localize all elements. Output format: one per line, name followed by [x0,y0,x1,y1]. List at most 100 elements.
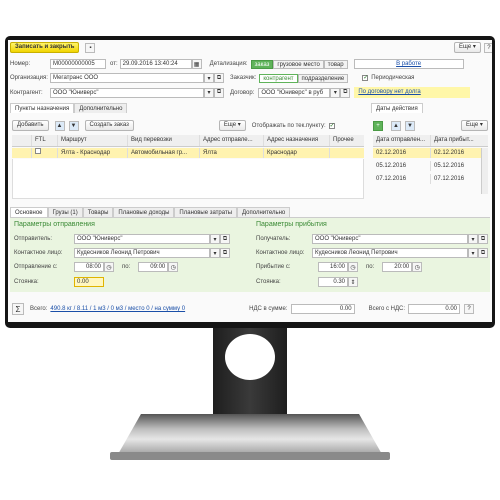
sender-label: Отправитель: [14,236,52,242]
sender-contact-open-icon[interactable]: ⧉ [220,248,230,258]
arrive-stay-field[interactable]: 0.30 [318,277,348,287]
dates-down-icon[interactable]: ▼ [405,120,415,131]
table-row[interactable]: Ялта - Краснодар Автомобильная гр... Ялт… [12,148,364,158]
row-type: Автомобильная гр... [128,148,200,158]
tab-main[interactable]: Основное [10,207,48,217]
recipient-field[interactable]: ООО "Юниверс" [312,234,468,244]
col-other: Прочее [333,137,354,143]
tab-extra[interactable]: Дополнительно [237,207,291,217]
add-point-button[interactable]: Добавить [12,120,49,131]
recipient-contact-label: Контактное лицо: [256,250,305,256]
help-icon[interactable]: ? [483,42,492,53]
recipient-dropdown-icon[interactable]: ▾ [468,234,478,244]
save-close-button[interactable]: Записать и закрыть [10,42,80,53]
recipient-contact-dropdown-icon[interactable]: ▾ [468,248,478,258]
monitor-stand-shadow [110,452,390,460]
detail-goods-toggle[interactable]: товар [323,59,348,69]
tab-cargo[interactable]: Грузы (1) [47,207,83,217]
move-down-icon[interactable]: ▼ [68,120,79,131]
row-ftl[interactable] [32,148,58,158]
sigma-icon[interactable]: Σ [12,303,24,315]
dates-more-button[interactable]: Еще ▾ [461,120,488,131]
detail-order-toggle[interactable]: заказ [250,59,274,69]
depart-from-field[interactable]: 08:00 [74,262,104,272]
detail-cargo-toggle[interactable]: грузовое место [273,59,324,69]
monitor-frame: Записать и закрыть ▪ Еще ▾ ? Номер: М000… [5,36,495,328]
contract-dropdown-icon[interactable]: ▾ [330,87,341,98]
add-date-icon[interactable]: + [373,120,383,131]
more-label: Еще [459,44,472,50]
customer-division-toggle[interactable]: подразделение [297,73,349,83]
tab-destinations[interactable]: Пункты назначения [10,103,75,113]
row-route: Ялта - Краснодар [58,148,128,158]
recipient-contact-field[interactable]: Кудесников Леонид Петрович [312,248,468,258]
contragent-field[interactable]: ООО "Юниверс" [50,87,204,98]
status-field[interactable]: В работе [353,59,464,69]
points-grid-body [12,159,364,199]
contragent-dropdown-icon[interactable]: ▾ [204,87,214,98]
col-to: Адрес назначения [264,135,330,146]
debt-banner: По договору нет долга [354,87,471,98]
tab-dates[interactable]: Даты действия [371,103,423,113]
list-item[interactable]: 02.12.2016 02.12.2016 [373,148,481,158]
arrive-from-label: Прибытие с: [256,264,291,270]
customer-contragent-toggle[interactable]: контрагент [259,73,298,83]
sender-contact-field[interactable]: Кудесников Леонид Петрович [74,248,210,258]
col-num [12,135,32,146]
depart-from-clock-icon[interactable]: ◷ [104,262,114,272]
sender-dropdown-icon[interactable]: ▾ [210,234,220,244]
save-icon[interactable]: ▪ [85,42,96,53]
dates-up-icon[interactable]: ▲ [391,120,401,131]
org-open-icon[interactable]: ⧉ [214,73,224,83]
show-current-label: Отображать по тек.пункту: [251,122,326,129]
contragent-label: Контрагент: [10,89,43,96]
date-arrive: 07.12.2016 [434,176,465,182]
date-depart: 02.12.2016 [373,148,431,158]
contract-label: Договор: [230,89,255,96]
arrive-from-field[interactable]: 16:00 [318,262,348,272]
depart-to-field[interactable]: 09:00 [138,262,169,272]
help-icon[interactable]: ? [464,304,475,314]
status-link[interactable]: В работе [396,61,421,67]
vat-field: 0.00 [290,304,355,314]
contract-open-icon[interactable]: ⧉ [340,87,351,98]
debt-link[interactable]: По договору нет долга [358,89,420,95]
list-item[interactable]: 05.12.2016 05.12.2016 [373,161,481,171]
ftl-checkbox[interactable] [35,148,41,154]
org-dropdown-icon[interactable]: ▾ [204,73,214,83]
more-button[interactable]: Еще ▾ [454,42,481,53]
dates-scrollbar[interactable] [481,148,488,194]
total-link[interactable]: 490.8 кг / 8.11 / 1 м3 / 0 м3 / место 0 … [50,306,185,312]
sender-field[interactable]: ООО "Юниверс" [74,234,210,244]
dates-grid-header: Дата отправлен... Дата прибыт... [373,135,488,147]
depart-stay-label: Стоянка: [14,279,39,285]
depart-stay-field[interactable]: 0.00 [74,277,104,287]
col-depart-date: Дата отправлен... [373,135,431,146]
arrive-stay-spin-icon[interactable]: ⇕ [348,277,358,287]
depart-to-clock-icon[interactable]: ◷ [168,262,179,272]
tab-goods[interactable]: Товары [82,207,114,217]
departure-title: Параметры отправления [14,221,95,228]
periodic-checkbox[interactable] [362,75,369,81]
calendar-icon[interactable]: ▦ [191,59,202,69]
show-current-checkbox[interactable] [328,122,335,129]
arrive-from-clock-icon[interactable]: ◷ [348,262,358,272]
move-up-icon[interactable]: ▲ [54,120,65,131]
tab-planned-income[interactable]: Плановые доходы [113,207,175,217]
points-more-button[interactable]: Еще ▾ [218,120,246,131]
arrive-to-field[interactable]: 20:00 [382,262,413,272]
arrive-to-clock-icon[interactable]: ◷ [412,262,423,272]
create-order-button[interactable]: Создать заказ [84,120,134,131]
recipient-open-icon[interactable]: ⧉ [478,234,488,244]
sender-contact-dropdown-icon[interactable]: ▾ [210,248,220,258]
list-item[interactable]: 07.12.2016 07.12.2016 [373,174,481,184]
number-field[interactable]: М00000000005 [50,59,106,69]
tab-additional[interactable]: Дополнительно [74,103,128,113]
tab-planned-costs[interactable]: Плановые затраты [174,207,238,217]
contract-field[interactable]: ООО "Юниверс" в руб [258,87,331,98]
contragent-open-icon[interactable]: ⧉ [214,87,224,98]
date-field[interactable]: 29.09.2016 13:40:24 [119,59,192,69]
org-field[interactable]: Мегатранс ООО [50,73,204,83]
sender-open-icon[interactable]: ⧉ [220,234,230,244]
recipient-contact-open-icon[interactable]: ⧉ [478,248,488,258]
